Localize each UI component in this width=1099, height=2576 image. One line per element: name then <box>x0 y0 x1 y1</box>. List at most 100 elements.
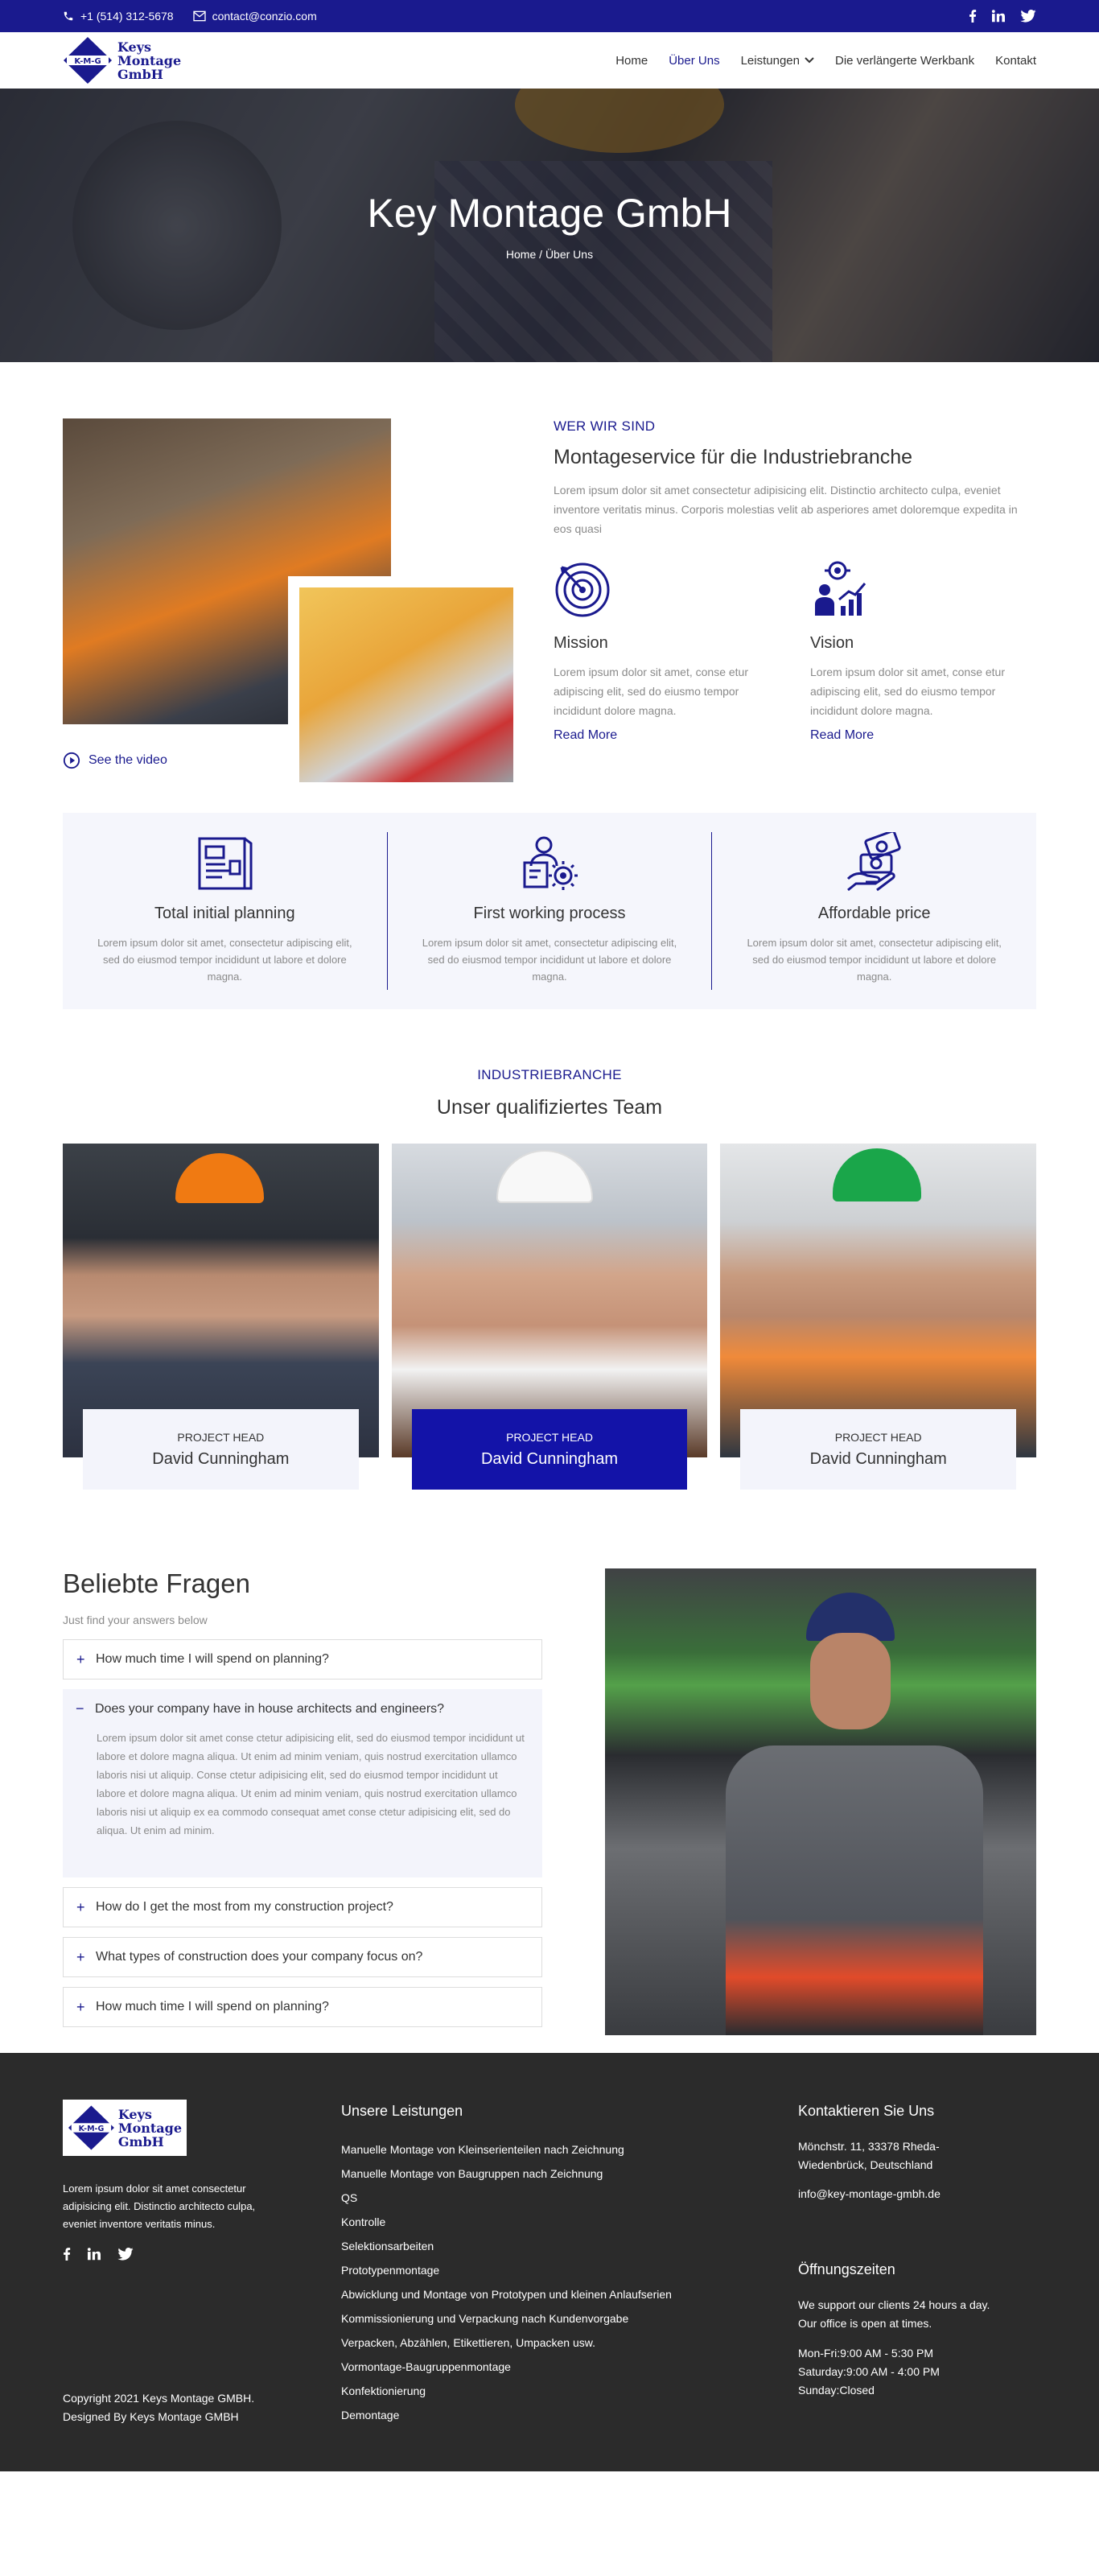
faq-question: How much time I will spend on planning? <box>96 2000 329 2013</box>
target-icon <box>555 563 610 617</box>
service-link[interactable]: Abwicklung und Montage von Prototypen un… <box>341 2282 776 2306</box>
footer-email[interactable]: info@key-montage-gmbh.de <box>798 2187 1036 2200</box>
vision-text: Lorem ipsum dolor sit amet, conse etur a… <box>810 666 1005 717</box>
about-eyebrow: WER WIR SIND <box>554 418 656 434</box>
nav-services[interactable]: Leistungen <box>741 54 814 68</box>
service-link[interactable]: Manuelle Montage von Baugruppen nach Zei… <box>341 2162 776 2186</box>
footer-services-title: Unsere Leistungen <box>341 2103 463 2119</box>
faq-item[interactable]: + What types of construction does your c… <box>63 1937 542 1977</box>
service-link[interactable]: Kontrolle <box>341 2210 776 2234</box>
footer-logo[interactable]: K-M-G Keys Montage GmbH <box>63 2100 187 2156</box>
faq-item[interactable]: + How much time I will spend on planning… <box>63 1639 542 1680</box>
footer-hours-title: Öffnungszeiten <box>798 2261 895 2277</box>
footer-about: Lorem ipsum dolor sit amet consectetur a… <box>63 2182 256 2230</box>
main-navbar: K-M-G Keys Montage GmbH Home Über Uns Le… <box>0 32 1099 89</box>
team-members: PROJECT HEAD David Cunningham PROJECT HE… <box>63 1144 1037 1490</box>
play-circle-icon <box>63 752 80 769</box>
hero-content: Key Montage GmbH Home / Über Uns <box>0 89 1099 362</box>
service-link[interactable]: Manuelle Montage von Kleinserienteilen n… <box>341 2137 776 2162</box>
service-link[interactable]: Konfektionierung <box>341 2379 776 2403</box>
service-link[interactable]: Kommissionierung und Verpackung nach Kun… <box>341 2306 776 2331</box>
mission-read-more[interactable]: Read More <box>554 728 617 743</box>
email-address: contact@conzio.com <box>212 10 317 23</box>
logo-line2: Montage <box>117 52 182 68</box>
nav-about[interactable]: Über Uns <box>669 54 719 68</box>
service-link[interactable]: Prototypenmontage <box>341 2258 776 2282</box>
linkedin-icon[interactable] <box>991 10 1006 23</box>
faq-item-open[interactable]: − Does your company have in house archit… <box>63 1689 542 1877</box>
hours-row: Saturday:9:00 AM - 4:00 PM <box>798 2365 940 2378</box>
feature-text: Lorem ipsum dolor sit amet, consectetur … <box>422 937 677 983</box>
designed-by-line: Designed By Keys Montage GMBH <box>63 2410 239 2423</box>
copyright-line: Copyright 2021 Keys Montage GMBH. <box>63 2392 255 2405</box>
plus-icon: + <box>76 1998 85 2015</box>
faq-question: How do I get the most from my constructi… <box>96 1900 393 1914</box>
feature-price: Affordable price Lorem ipsum dolor sit a… <box>711 832 1036 990</box>
site-logo[interactable]: K-M-G Keys Montage GmbH <box>63 36 181 84</box>
footer-logo-text: Keys Montage GmbH <box>118 2108 182 2149</box>
service-link[interactable]: QS <box>341 2186 776 2210</box>
team-title: Unser qualifiziertes Team <box>436 1096 663 1119</box>
footer-services: Unsere Leistungen Manuelle Montage von K… <box>341 2100 776 2471</box>
twitter-icon[interactable] <box>1020 10 1036 23</box>
nav-contact[interactable]: Kontakt <box>995 54 1036 68</box>
about-section: See the video WER WIR SIND Montageservic… <box>0 362 1099 813</box>
footer-hours-text: We support our clients 24 hours a day. O… <box>798 2296 1036 2333</box>
feature-planning: Total initial planning Lorem ipsum dolor… <box>63 832 387 990</box>
nav-home[interactable]: Home <box>615 54 648 68</box>
faq-worker-image <box>605 1568 1036 2035</box>
team-member-card[interactable]: PROJECT HEAD David Cunningham <box>720 1144 1037 1490</box>
address-line: Wiedenbrück, Deutschland <box>798 2158 933 2171</box>
faq-question-row: − Does your company have in house archit… <box>76 1700 444 1717</box>
logo-line2: Montage <box>117 2120 182 2136</box>
linkedin-icon[interactable] <box>87 2248 101 2261</box>
service-link[interactable]: Vormontage-Baugruppenmontage <box>341 2355 776 2379</box>
worker-gears-icon <box>523 836 578 890</box>
breadcrumb-home[interactable]: Home <box>506 248 536 261</box>
phone-number: +1 (514) 312-5678 <box>80 10 174 23</box>
logo-line3: GmbH <box>117 66 163 82</box>
nav-workbench[interactable]: Die verlängerte Werkbank <box>835 54 974 68</box>
faq-subtitle: Just find your answers below <box>63 1614 208 1626</box>
worker-body <box>726 1745 983 2035</box>
facebook-icon[interactable] <box>63 2248 71 2261</box>
feature-title: Affordable price <box>817 905 931 922</box>
service-link[interactable]: Selektionsarbeiten <box>341 2234 776 2258</box>
about-paragraph: Lorem ipsum dolor sit amet consectetur a… <box>554 484 1018 535</box>
logo-text: Keys Montage GmbH <box>117 40 181 81</box>
see-video-label: See the video <box>88 753 167 767</box>
email-link[interactable]: contact@conzio.com <box>192 10 317 23</box>
faq-item[interactable]: + How do I get the most from my construc… <box>63 1887 542 1927</box>
service-link[interactable]: Demontage <box>341 2403 776 2427</box>
crane-hook-image <box>288 576 513 782</box>
service-link[interactable]: Verpacken, Abzählen, Etikettieren, Umpac… <box>341 2331 776 2355</box>
team-eyebrow: INDUSTRIEBRANCHE <box>477 1067 622 1082</box>
vision-read-more[interactable]: Read More <box>810 728 874 743</box>
footer-address: Mönchstr. 11, 33378 Rheda- Wiedenbrück, … <box>798 2137 1036 2174</box>
member-name: David Cunningham <box>480 1449 619 1468</box>
see-video-link[interactable]: See the video <box>63 752 167 769</box>
money-hand-icon <box>846 832 901 892</box>
feature-text: Lorem ipsum dolor sit amet, consectetur … <box>97 937 352 983</box>
member-name: David Cunningham <box>152 1449 290 1468</box>
hours-text-line: We support our clients 24 hours a day. <box>798 2298 990 2311</box>
hard-hat-orange <box>175 1153 264 1203</box>
mission-vision: Mission Lorem ipsum dolor sit amet, cons… <box>554 559 1036 743</box>
hours-row: Mon-Fri:9:00 AM - 5:30 PM <box>798 2347 934 2360</box>
logo-badge-text: K-M-G <box>74 57 101 66</box>
phone-icon <box>64 11 73 21</box>
plus-icon: + <box>76 1651 85 1667</box>
faq-section: Beliebte Fragen Just find your answers b… <box>0 1490 1099 2053</box>
team-member-card[interactable]: PROJECT HEAD David Cunningham <box>391 1144 708 1490</box>
plus-icon: + <box>76 1898 85 1915</box>
chevron-down-icon <box>805 57 814 64</box>
footer-hours-list: Mon-Fri:9:00 AM - 5:30 PM Saturday:9:00 … <box>798 2344 1036 2400</box>
footer-brand: K-M-G Keys Montage GmbH Lorem ipsum dolo… <box>63 2100 280 2471</box>
facebook-icon[interactable] <box>969 10 977 23</box>
phone-link[interactable]: +1 (514) 312-5678 <box>63 10 174 23</box>
team-member-card[interactable]: PROJECT HEAD David Cunningham <box>63 1144 379 1490</box>
twitter-icon[interactable] <box>117 2248 134 2261</box>
faq-item[interactable]: + How much time I will spend on planning… <box>63 1987 542 2027</box>
logo-line1: Keys <box>117 39 152 55</box>
worker-face <box>810 1633 891 1729</box>
